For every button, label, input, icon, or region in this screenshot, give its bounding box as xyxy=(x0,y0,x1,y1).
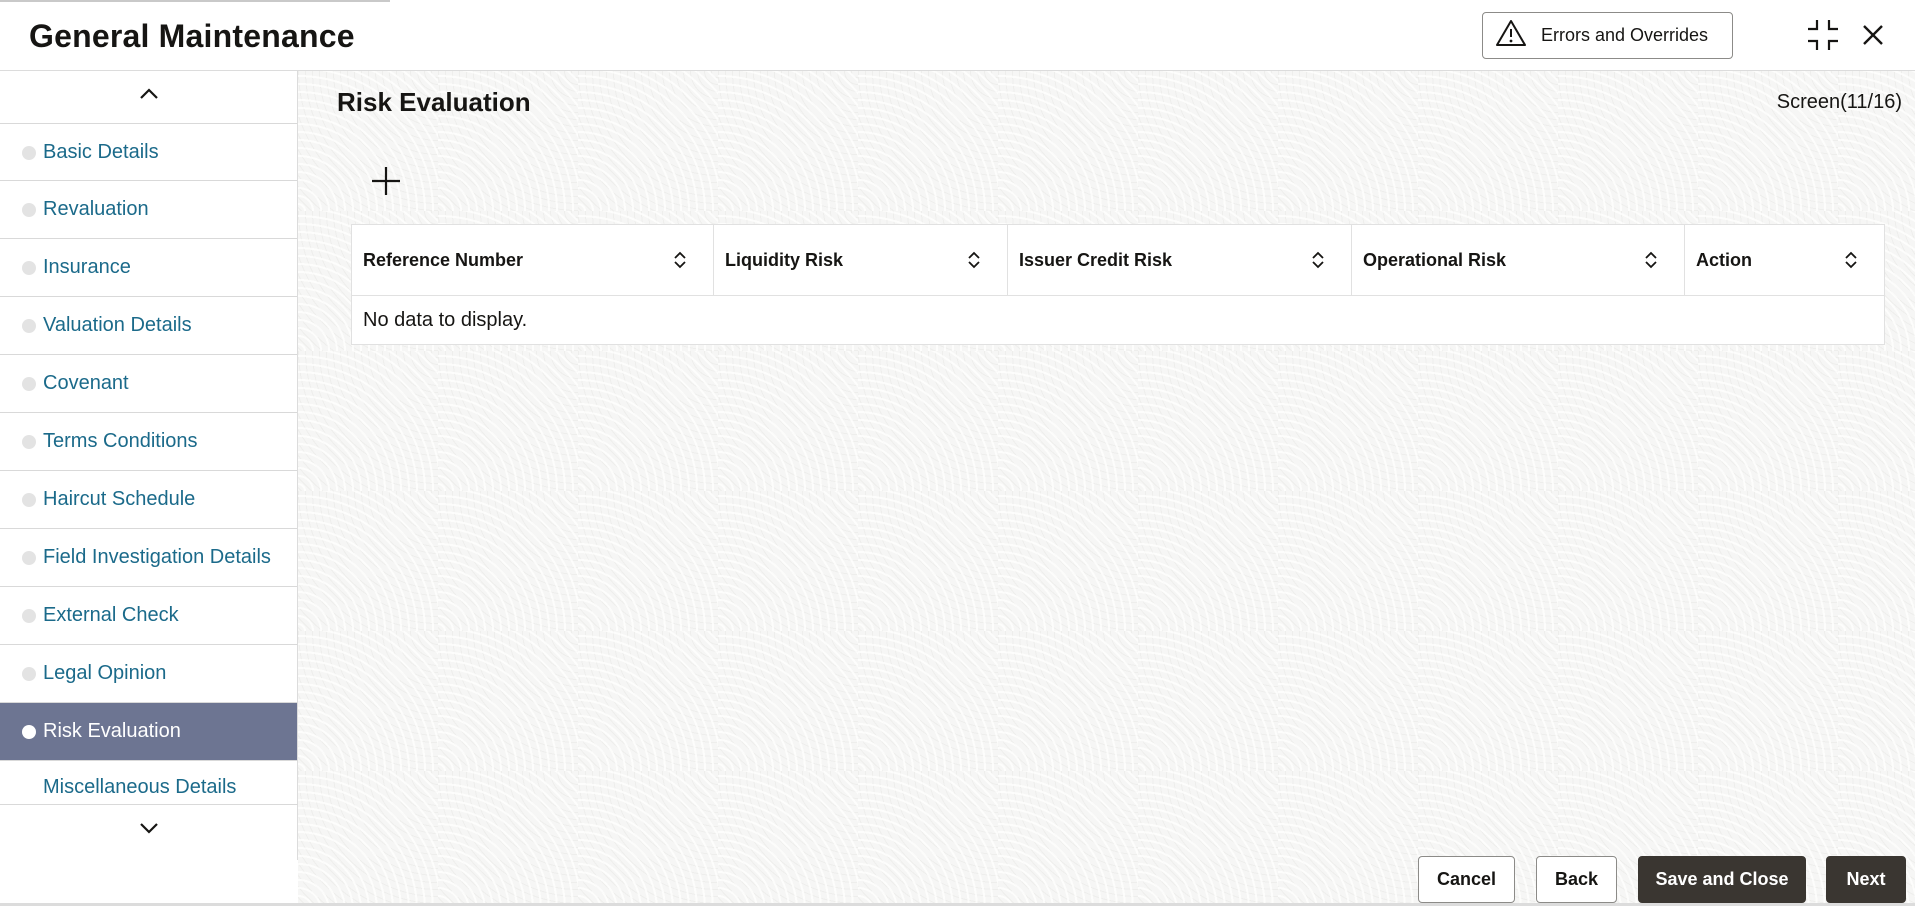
page-title: General Maintenance xyxy=(29,18,355,54)
sidebar-item-label: Valuation Details xyxy=(43,314,192,336)
close-icon[interactable] xyxy=(1856,18,1890,52)
sidebar-item-label: Legal Opinion xyxy=(43,662,167,684)
sort-icon[interactable] xyxy=(1311,251,1325,269)
step-dot xyxy=(22,609,36,623)
step-dot xyxy=(22,551,36,565)
sidebar-item-risk-evaluation[interactable]: Risk Evaluation xyxy=(0,703,297,761)
sidebar-item-label: Miscellaneous Details xyxy=(43,776,237,798)
step-dot xyxy=(22,377,36,391)
step-dot xyxy=(22,146,36,160)
sidebar-item-valuation-details[interactable]: Valuation Details xyxy=(0,297,297,355)
risk-evaluation-table: Reference Number Liquidity Risk Issuer C… xyxy=(351,224,1885,345)
top-strip xyxy=(0,0,390,2)
sidebar-item-terms-conditions[interactable]: Terms Conditions xyxy=(0,413,297,471)
sort-icon[interactable] xyxy=(967,251,981,269)
chevron-up-icon xyxy=(139,87,159,105)
column-label: Action xyxy=(1696,249,1752,270)
column-label: Liquidity Risk xyxy=(725,249,844,270)
table-header: Reference Number Liquidity Risk Issuer C… xyxy=(352,225,1884,296)
sidebar-item-label: Basic Details xyxy=(43,140,159,163)
section-title: Risk Evaluation xyxy=(337,87,531,117)
warning-icon xyxy=(1495,19,1527,52)
sidebar-item-label: Field Investigation Details xyxy=(43,546,271,568)
column-header-liquidity-risk[interactable]: Liquidity Risk xyxy=(714,225,1008,295)
sidebar-item-external-check[interactable]: External Check xyxy=(0,587,297,645)
step-dot xyxy=(22,435,36,449)
column-label: Operational Risk xyxy=(1363,249,1507,270)
sidebar-item-haircut-schedule[interactable]: Haircut Schedule xyxy=(0,471,297,529)
sort-icon[interactable] xyxy=(1644,251,1658,269)
step-dot xyxy=(22,203,36,217)
scroll-down-button[interactable] xyxy=(0,804,298,855)
sidebar-item-revaluation[interactable]: Revaluation xyxy=(0,181,297,239)
collapse-icon[interactable] xyxy=(1806,18,1840,52)
sort-icon[interactable] xyxy=(1844,251,1858,269)
chevron-down-icon xyxy=(139,821,159,839)
sidebar-item-insurance[interactable]: Insurance xyxy=(0,239,297,297)
sidebar-item-miscellaneous-details[interactable]: Miscellaneous Details xyxy=(0,761,297,801)
sidebar-item-label: Haircut Schedule xyxy=(43,488,196,510)
step-list: Basic Details Revaluation Insurance Valu… xyxy=(0,123,297,801)
header-bar: General Maintenance Errors and Overrides xyxy=(0,0,1915,71)
step-dot xyxy=(22,493,36,507)
back-button[interactable]: Back xyxy=(1536,856,1617,903)
sidebar-item-label: Revaluation xyxy=(43,198,149,220)
step-dot xyxy=(22,725,36,739)
screen-counter: Screen(11/16) xyxy=(1776,91,1902,113)
sort-icon[interactable] xyxy=(673,251,687,269)
errors-and-overrides-button[interactable]: Errors and Overrides xyxy=(1482,12,1733,59)
column-label: Reference Number xyxy=(363,249,524,270)
errors-and-overrides-label: Errors and Overrides xyxy=(1541,25,1709,45)
scroll-up-button[interactable] xyxy=(0,71,298,121)
add-row-button[interactable] xyxy=(366,161,406,201)
step-dot xyxy=(22,667,36,681)
sidebar-item-label: Terms Conditions xyxy=(43,430,198,452)
save-and-close-button[interactable]: Save and Close xyxy=(1638,856,1806,903)
sidebar-item-field-investigation-details[interactable]: Field Investigation Details xyxy=(0,529,297,587)
sidebar-item-covenant[interactable]: Covenant xyxy=(0,355,297,413)
sidebar-item-basic-details[interactable]: Basic Details xyxy=(0,123,297,181)
column-header-reference-number[interactable]: Reference Number xyxy=(352,225,714,295)
sidebar-item-label: Covenant xyxy=(43,372,129,394)
sidebar-item-label: Risk Evaluation xyxy=(43,720,181,742)
plus-icon xyxy=(372,167,400,195)
step-dot xyxy=(22,261,36,275)
sidebar-item-label: Insurance xyxy=(43,256,131,278)
step-dot xyxy=(22,319,36,333)
column-label: Issuer Credit Risk xyxy=(1019,249,1173,270)
step-navigation-sidebar: Basic Details Revaluation Insurance Valu… xyxy=(0,71,298,860)
next-button[interactable]: Next xyxy=(1826,856,1906,903)
column-header-action[interactable]: Action xyxy=(1685,225,1884,295)
empty-table-message: No data to display. xyxy=(363,308,528,331)
cancel-button[interactable]: Cancel xyxy=(1418,856,1515,903)
column-header-operational-risk[interactable]: Operational Risk xyxy=(1352,225,1685,295)
sidebar-item-legal-opinion[interactable]: Legal Opinion xyxy=(0,645,297,703)
sidebar-item-label: External Check xyxy=(43,604,179,626)
column-header-issuer-credit-risk[interactable]: Issuer Credit Risk xyxy=(1008,225,1352,295)
main-content: Risk Evaluation Screen(11/16) Reference … xyxy=(298,71,1915,906)
